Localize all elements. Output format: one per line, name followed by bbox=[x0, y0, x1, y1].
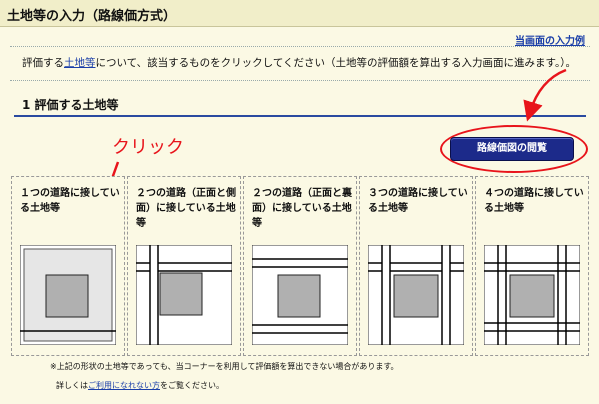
card-four-roads[interactable]: ４つの道路に接している土地等 bbox=[475, 176, 589, 356]
land-type-cards: １つの道路に接している土地等 ２つの道路（正面と側面）に接している土地等 ２つの… bbox=[11, 176, 589, 356]
detail-suffix: をご覧ください。 bbox=[160, 381, 224, 390]
restriction-note: ※上記の形状の土地等であっても、当コーナーを利用して評価額を算出できない場合があ… bbox=[50, 362, 399, 371]
card-label: １つの道路に接している土地等 bbox=[20, 188, 120, 214]
two-roads-side-diagram bbox=[136, 245, 232, 345]
card-three-roads[interactable]: ３つの道路に接している土地等 bbox=[359, 176, 473, 356]
arrow-to-map-button bbox=[523, 68, 567, 122]
detail-prefix: 詳しくは bbox=[56, 381, 88, 390]
card-label: ３つの道路に接している土地等 bbox=[368, 188, 468, 214]
card-one-road[interactable]: １つの道路に接している土地等 bbox=[11, 176, 125, 356]
detail-text: 詳しくはご利用になれない方をご覧ください。 bbox=[56, 380, 224, 391]
unavailable-users-link[interactable]: ご利用になれない方 bbox=[88, 381, 160, 390]
card-label: ２つの道路（正面と裏面）に接している土地等 bbox=[252, 188, 352, 229]
three-roads-diagram bbox=[368, 245, 464, 345]
card-label: ４つの道路に接している土地等 bbox=[484, 188, 584, 214]
card-two-roads-back[interactable]: ２つの道路（正面と裏面）に接している土地等 bbox=[243, 176, 357, 356]
two-roads-back-diagram bbox=[252, 245, 348, 345]
one-road-diagram bbox=[20, 245, 116, 345]
card-two-roads-side[interactable]: ２つの道路（正面と側面）に接している土地等 bbox=[127, 176, 241, 356]
card-label: ２つの道路（正面と側面）に接している土地等 bbox=[136, 188, 236, 229]
four-roads-diagram bbox=[484, 245, 580, 345]
